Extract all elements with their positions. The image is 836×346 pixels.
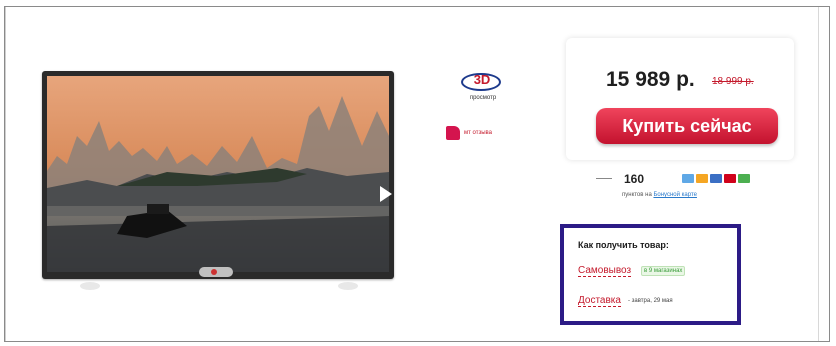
next-arrow-icon[interactable] [380,186,392,202]
pickup-stores-badge: в 9 магазинах [641,266,686,276]
payment-icon [682,174,694,183]
delivery-title: Как получить товар: [578,240,669,250]
thumbs-up-icon [446,126,460,140]
payment-icon [710,174,722,183]
product-image[interactable] [42,71,394,279]
badge-3d-sublabel: просмотр [469,95,497,101]
divider [596,178,612,179]
payment-icon [724,174,736,183]
3d-view-button[interactable]: 3D просмотр [458,71,508,109]
pickup-link[interactable]: Самовывоз [578,265,632,277]
payment-icon [738,174,750,183]
brand-logo [199,267,233,277]
reviews-label: мт отзыва [464,130,493,136]
delivery-link[interactable]: Доставка [578,295,621,307]
bonus-text: пунктов на Бонусной карте [622,192,697,198]
old-price: 18 999 р. [712,76,754,87]
buy-now-button[interactable]: Купить сейчас [596,108,778,144]
price-card: 15 989 р. 18 999 р. Купить сейчас [566,38,794,160]
tv-stand [338,282,358,290]
bonus-card-link[interactable]: Бонусной карте [653,192,697,198]
delivery-options: Как получить товар: Самовывоз в 9 магази… [560,224,741,325]
current-price: 15 989 р. [606,68,695,91]
delivery-date: - завтра, 29 мая [628,298,673,304]
reviews-link[interactable]: мт отзыва [446,126,492,140]
badge-3d-label: 3D [473,72,491,87]
bonus-caption: пунктов на [622,192,652,198]
bonus-count: 160 [624,172,645,186]
payment-icon [696,174,708,183]
tv-screen [47,76,389,272]
payment-icons [682,174,750,183]
divider [818,7,819,341]
divider [5,7,6,341]
tv-stand [80,282,100,290]
